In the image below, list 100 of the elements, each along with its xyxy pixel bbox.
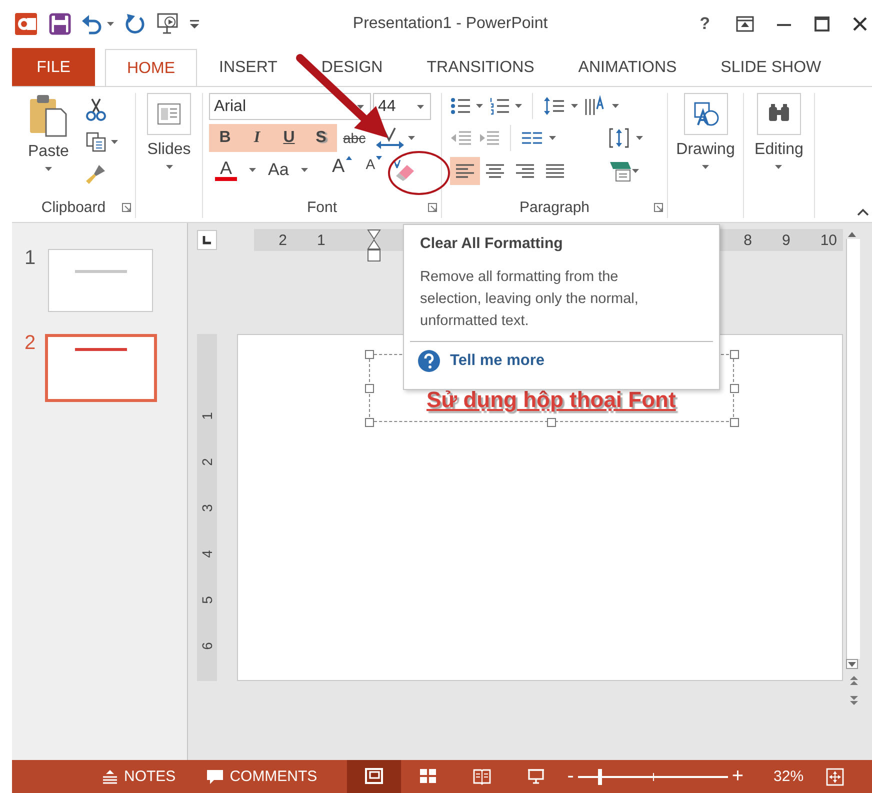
slide-thumbnail[interactable] bbox=[48, 249, 153, 312]
view-icon bbox=[473, 768, 492, 785]
caret-icon[interactable] bbox=[515, 104, 522, 108]
caret-icon[interactable] bbox=[632, 169, 639, 173]
ribbon-display-icon[interactable] bbox=[736, 16, 754, 32]
repeat-icon[interactable] bbox=[124, 13, 146, 35]
caret-icon[interactable] bbox=[636, 136, 643, 140]
notes-icon bbox=[102, 770, 118, 784]
zoom-out-button[interactable]: - bbox=[563, 765, 578, 788]
tab-selector[interactable] bbox=[197, 230, 217, 250]
caret-icon[interactable] bbox=[612, 104, 619, 108]
next-slide-icon[interactable] bbox=[849, 695, 859, 707]
ribbon-tab[interactable]: SLIDE SHOW bbox=[698, 48, 844, 86]
caret-icon[interactable] bbox=[571, 104, 578, 108]
zoom-slider[interactable] bbox=[578, 768, 728, 784]
undo-icon[interactable] bbox=[81, 13, 103, 35]
resize-handle[interactable] bbox=[364, 384, 374, 393]
copy-icon[interactable] bbox=[84, 131, 107, 153]
ribbon-tab[interactable]: HOME bbox=[105, 49, 197, 87]
font-color-button[interactable]: A bbox=[209, 156, 243, 184]
notes-button[interactable]: NOTES bbox=[94, 760, 184, 793]
dialog-launcher-icon[interactable] bbox=[654, 203, 663, 212]
caret-icon[interactable] bbox=[44, 167, 52, 171]
help-button[interactable]: ? bbox=[696, 14, 714, 34]
tell-me-more-link[interactable]: Tell me more bbox=[450, 352, 544, 370]
help-icon[interactable] bbox=[418, 350, 440, 372]
align-lines-icon bbox=[514, 163, 536, 179]
view-icon bbox=[527, 768, 546, 785]
caret-icon[interactable] bbox=[476, 104, 483, 108]
indent-marker-icon[interactable] bbox=[366, 229, 381, 263]
clipboard-icon bbox=[28, 93, 68, 137]
caret-icon[interactable] bbox=[775, 165, 782, 169]
grow-font-button[interactable]: A bbox=[326, 156, 358, 184]
italic-button[interactable]: I bbox=[241, 124, 273, 152]
maximize-icon[interactable] bbox=[814, 16, 830, 32]
fit-to-window-icon[interactable] bbox=[826, 768, 844, 786]
paintbrush-icon[interactable] bbox=[84, 163, 107, 185]
zoom-in-button[interactable]: + bbox=[728, 765, 748, 788]
slide-thumbnail[interactable] bbox=[45, 334, 157, 402]
smartart-icon[interactable] bbox=[608, 160, 632, 182]
change-case-button[interactable]: Aa bbox=[262, 156, 295, 184]
resize-handle[interactable] bbox=[730, 418, 739, 427]
up-triangle-icon bbox=[346, 156, 352, 160]
numbered-list-icon[interactable] bbox=[489, 96, 509, 116]
scrollbar[interactable] bbox=[846, 239, 860, 659]
caret-icon[interactable] bbox=[107, 22, 114, 26]
scissors-icon[interactable] bbox=[84, 97, 107, 121]
bullet-list-icon[interactable] bbox=[450, 96, 470, 116]
columns-icon[interactable] bbox=[521, 130, 543, 146]
ribbon-tab[interactable]: TRANSITIONS bbox=[404, 48, 556, 86]
caret-icon[interactable] bbox=[549, 136, 556, 140]
character-spacing-icon[interactable] bbox=[374, 126, 405, 150]
shrink-font-button[interactable]: A bbox=[364, 156, 384, 184]
ribbon-tab[interactable]: INSERT bbox=[197, 48, 300, 86]
customize-icon[interactable] bbox=[190, 20, 199, 28]
previous-slide-icon[interactable] bbox=[849, 675, 859, 687]
caret-icon[interactable] bbox=[417, 104, 424, 108]
ribbon-tab[interactable]: DESIGN bbox=[299, 48, 405, 86]
shapes-icon bbox=[692, 101, 718, 127]
align-text-icon[interactable] bbox=[608, 127, 630, 149]
drawing-button[interactable]: Drawing bbox=[670, 93, 741, 196]
dialog-launcher-icon[interactable] bbox=[122, 203, 131, 212]
slide-layout-icon bbox=[157, 103, 181, 125]
close-icon[interactable] bbox=[852, 16, 868, 32]
slider-thumb[interactable] bbox=[598, 768, 602, 784]
collapse-ribbon-icon[interactable] bbox=[857, 208, 869, 216]
strikethrough-button[interactable]: abc bbox=[337, 124, 372, 152]
view-icon bbox=[365, 768, 384, 785]
comments-button[interactable]: COMMENTS bbox=[198, 760, 326, 793]
resize-handle[interactable] bbox=[730, 384, 739, 393]
line-spacing-icon[interactable] bbox=[543, 96, 565, 116]
scroll-down-icon[interactable] bbox=[846, 659, 858, 669]
caret-icon[interactable] bbox=[110, 140, 118, 144]
align-left-button[interactable] bbox=[450, 157, 480, 185]
ribbon-tab[interactable]: ANIMATIONS bbox=[556, 48, 699, 86]
file-tab[interactable]: FILE bbox=[12, 48, 95, 86]
editing-button[interactable]: Editing bbox=[748, 93, 810, 196]
caret-icon[interactable] bbox=[357, 104, 364, 108]
caret-icon[interactable] bbox=[300, 168, 308, 172]
zoom-level[interactable]: 32% bbox=[768, 767, 810, 786]
resize-handle[interactable] bbox=[730, 350, 739, 359]
resize-handle[interactable] bbox=[364, 350, 374, 359]
group-label: Clipboard bbox=[41, 198, 106, 216]
font-name-field[interactable]: Arial bbox=[209, 93, 371, 120]
normal-view-button[interactable] bbox=[347, 760, 402, 793]
shadow-button[interactable]: S bbox=[305, 124, 337, 152]
resize-handle[interactable] bbox=[364, 418, 374, 427]
caret-icon[interactable] bbox=[249, 168, 256, 172]
slideshow-icon[interactable] bbox=[156, 12, 180, 36]
caret-icon[interactable] bbox=[702, 165, 709, 169]
save-icon[interactable] bbox=[49, 13, 71, 35]
paste-button[interactable]: Paste bbox=[22, 93, 75, 196]
resize-handle[interactable] bbox=[546, 418, 556, 427]
underline-button[interactable]: U bbox=[273, 124, 305, 152]
bold-button[interactable]: B bbox=[209, 124, 241, 152]
dialog-launcher-icon[interactable] bbox=[428, 203, 437, 212]
caret-icon[interactable] bbox=[408, 136, 415, 140]
caret-icon[interactable] bbox=[166, 165, 172, 169]
new-slide-button[interactable]: Slides bbox=[141, 93, 197, 196]
text-direction-icon[interactable] bbox=[584, 95, 606, 117]
